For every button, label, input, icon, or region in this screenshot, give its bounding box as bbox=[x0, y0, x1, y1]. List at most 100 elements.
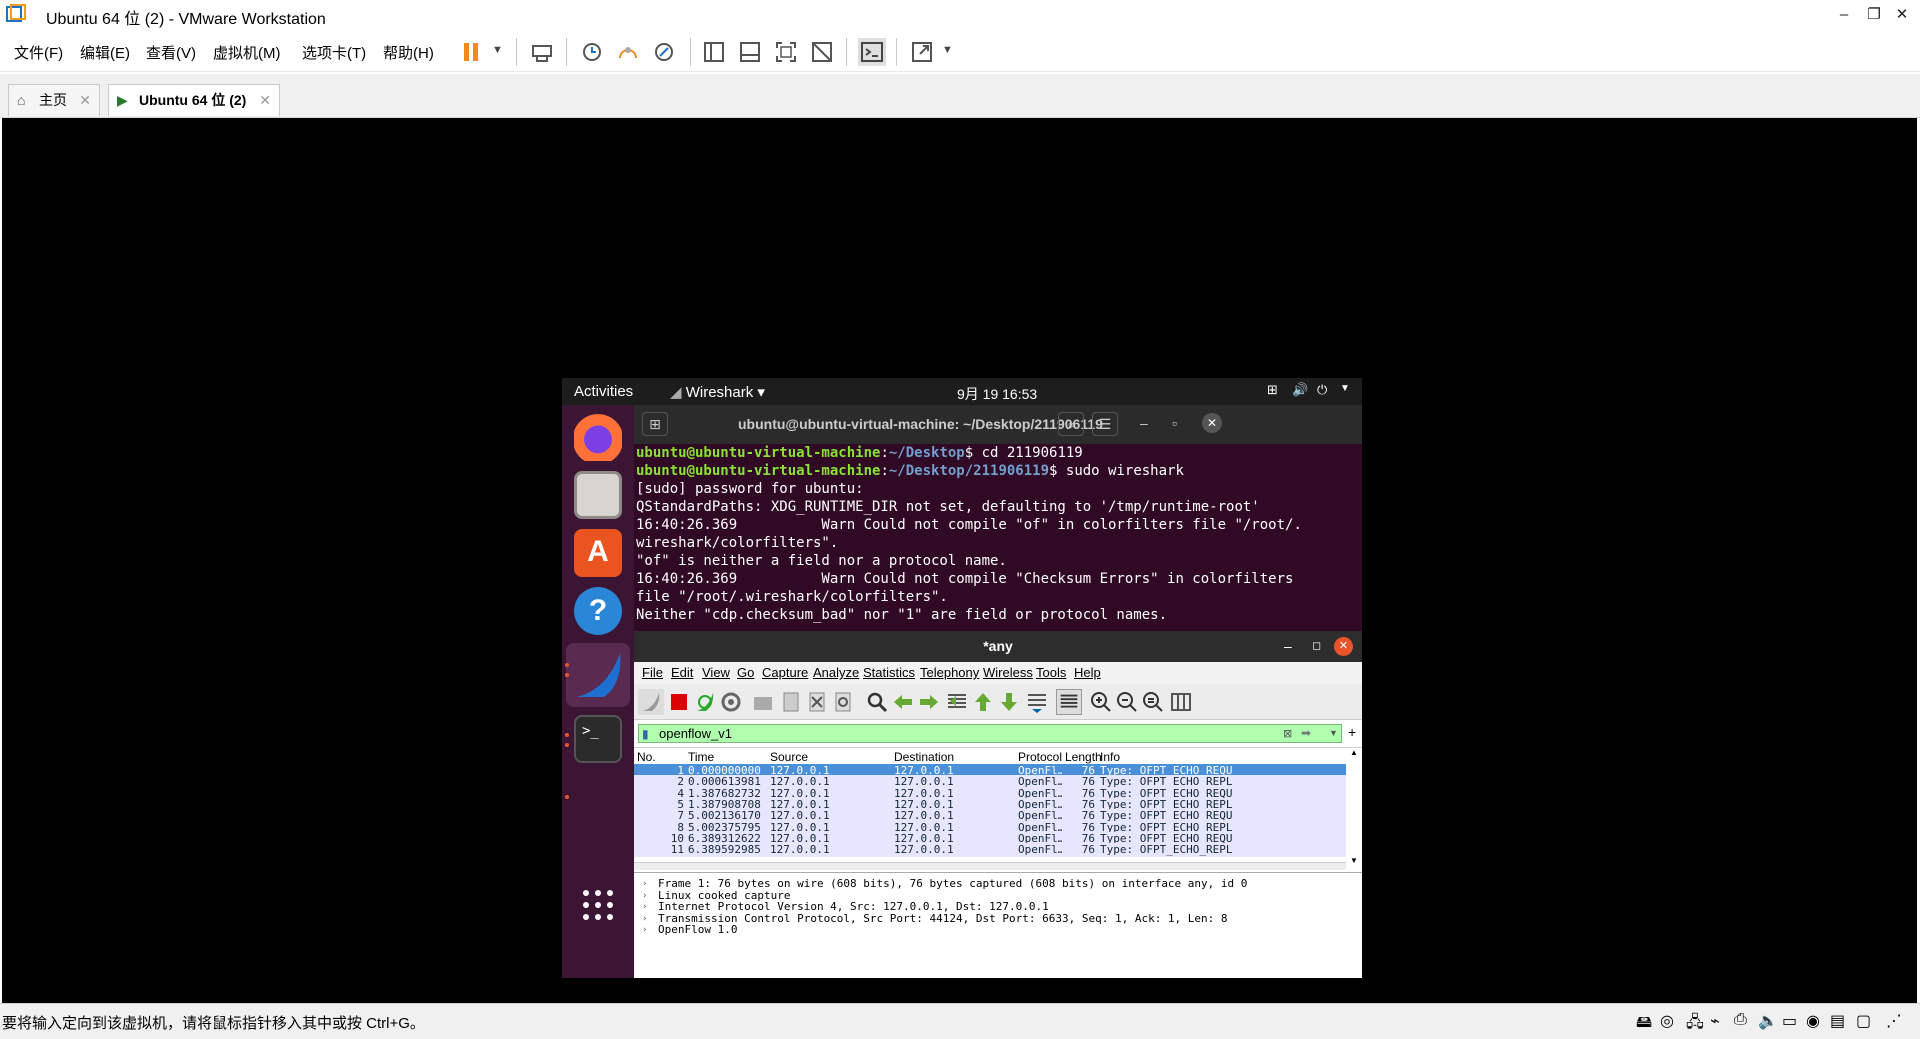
colorize-icon[interactable] bbox=[1056, 689, 1082, 715]
snapshot-icon[interactable] bbox=[578, 38, 606, 66]
minimize-icon[interactable]: – bbox=[1284, 631, 1292, 662]
cd-drive-icon[interactable]: ◎ bbox=[1660, 1011, 1680, 1031]
ws-menu-capture[interactable]: Capture bbox=[762, 665, 808, 680]
column-source[interactable]: Source bbox=[770, 750, 808, 764]
go-first-icon[interactable] bbox=[970, 689, 996, 715]
hamburger-menu-icon[interactable]: ☰ bbox=[1092, 412, 1118, 436]
message-log-icon[interactable]: ▤ bbox=[1830, 1011, 1850, 1031]
unity-mode-icon[interactable] bbox=[808, 38, 836, 66]
ws-menu-tools[interactable]: Tools bbox=[1036, 665, 1066, 680]
zoom-in-icon[interactable] bbox=[1088, 689, 1114, 715]
display-icon[interactable]: ▭ bbox=[1782, 1011, 1802, 1031]
vm-display[interactable]: Activities ◢ Wireshark ▾ 9月 19 16:53 ⊞ 🔊… bbox=[2, 118, 1917, 1003]
send-ctrl-alt-del-icon[interactable] bbox=[528, 38, 556, 66]
horizontal-scrollbar[interactable] bbox=[634, 862, 1346, 870]
pause-icon[interactable] bbox=[458, 38, 486, 66]
terminal-icon[interactable]: >_ bbox=[574, 715, 622, 763]
files-icon[interactable] bbox=[574, 471, 622, 519]
detail-row[interactable]: Transmission Control Protocol, Src Port:… bbox=[658, 912, 1228, 926]
column-no[interactable]: No. bbox=[637, 750, 656, 764]
ws-menu-edit[interactable]: Edit bbox=[671, 665, 693, 680]
network-icon[interactable]: ⊞ bbox=[1267, 382, 1278, 398]
wireshark-dock-item[interactable] bbox=[566, 643, 630, 707]
sound-icon[interactable]: 🔈 bbox=[1758, 1011, 1778, 1031]
maximize-icon[interactable]: ◻ bbox=[1312, 631, 1321, 662]
hard-disk-icon[interactable]: 🖴 bbox=[1636, 1011, 1656, 1031]
zoom-out-icon[interactable] bbox=[1114, 689, 1140, 715]
save-file-icon[interactable] bbox=[778, 689, 804, 715]
column-length[interactable]: Length bbox=[1065, 750, 1102, 764]
ws-menu-statistics[interactable]: Statistics bbox=[863, 665, 915, 680]
reload-icon[interactable] bbox=[830, 689, 856, 715]
power-icon[interactable]: ⏻ bbox=[1317, 382, 1327, 398]
column-protocol[interactable]: Protocol bbox=[1018, 750, 1062, 764]
ws-menu-analyze[interactable]: Analyze bbox=[813, 665, 859, 680]
column-time[interactable]: Time bbox=[688, 750, 714, 764]
close-icon[interactable]: ✕ bbox=[1334, 637, 1353, 656]
full-screen-icon[interactable] bbox=[772, 38, 800, 66]
find-packet-icon[interactable] bbox=[864, 689, 890, 715]
fit-guest-icon[interactable]: ▢ bbox=[1856, 1011, 1876, 1031]
auto-scroll-icon[interactable] bbox=[1024, 689, 1050, 715]
search-icon[interactable]: ⌕ bbox=[1058, 412, 1084, 436]
expand-arrow-icon[interactable]: › bbox=[642, 923, 647, 937]
normal-size-icon[interactable] bbox=[1140, 689, 1166, 715]
go-to-packet-icon[interactable] bbox=[944, 689, 970, 715]
pause-dropdown-icon[interactable]: ▼ bbox=[492, 44, 503, 56]
wireshark-window[interactable]: *any – ◻ ✕ File Edit View Go Capture Ana… bbox=[634, 631, 1362, 978]
filter-dropdown-icon[interactable]: ▼ bbox=[1329, 725, 1338, 742]
show-library-icon[interactable] bbox=[700, 38, 728, 66]
tab-ubuntu[interactable]: ▶ Ubuntu 64 位 (2) ✕ bbox=[108, 84, 280, 116]
apply-filter-icon[interactable]: ➡ bbox=[1301, 725, 1311, 742]
maximize-icon[interactable]: ▫ bbox=[1172, 415, 1177, 431]
go-back-icon[interactable] bbox=[890, 689, 916, 715]
printer-icon[interactable]: ⎙ bbox=[1734, 1011, 1754, 1031]
help-icon[interactable]: ? bbox=[574, 587, 622, 635]
stop-capture-icon[interactable] bbox=[666, 689, 692, 715]
display-filter-input[interactable]: ▮ openflow_v1 ⊠ ➡ ▼ bbox=[638, 724, 1342, 743]
ws-menu-file[interactable]: File bbox=[642, 665, 663, 680]
scroll-up-icon[interactable]: ▲ bbox=[1350, 748, 1358, 757]
software-icon[interactable]: A bbox=[574, 529, 622, 577]
packet-list[interactable]: No. Time Source Destination Protocol Len… bbox=[634, 747, 1362, 870]
scroll-down-icon[interactable]: ▼ bbox=[1350, 856, 1358, 865]
terminal-output[interactable]: ubuntu@ubuntu-virtual-machine:~/Desktop$… bbox=[634, 444, 1362, 635]
firefox-icon[interactable] bbox=[574, 413, 622, 461]
app-menu[interactable]: ◢ Wireshark ▾ bbox=[670, 383, 765, 401]
close-button[interactable]: ✕ bbox=[1884, 0, 1920, 30]
detail-row[interactable]: OpenFlow 1.0 bbox=[658, 923, 737, 937]
ws-menu-go[interactable]: Go bbox=[737, 665, 754, 680]
menu-tabs[interactable]: 选项卡(T) bbox=[302, 42, 366, 63]
close-file-icon[interactable] bbox=[804, 689, 830, 715]
column-destination[interactable]: Destination bbox=[894, 750, 954, 764]
menu-vm[interactable]: 虚拟机(M) bbox=[213, 42, 281, 63]
volume-icon[interactable]: 🔊 bbox=[1292, 382, 1308, 398]
menu-edit[interactable]: 编辑(E) bbox=[80, 42, 130, 63]
usb-icon[interactable]: ⌁ bbox=[1710, 1011, 1730, 1031]
start-capture-icon[interactable] bbox=[638, 689, 664, 715]
ws-menu-telephony[interactable]: Telephony bbox=[920, 665, 979, 680]
close-icon[interactable]: ✕ bbox=[1202, 413, 1222, 433]
menu-help[interactable]: 帮助(H) bbox=[383, 42, 434, 63]
terminal-window[interactable]: ⊞ ubuntu@ubuntu-virtual-machine: ~/Deskt… bbox=[634, 405, 1362, 635]
minimize-icon[interactable]: – bbox=[1140, 415, 1148, 431]
ws-menu-help[interactable]: Help bbox=[1074, 665, 1101, 680]
menu-view[interactable]: 查看(V) bbox=[146, 42, 196, 63]
tab-home-close-icon[interactable]: ✕ bbox=[79, 85, 91, 115]
ubuntu-desktop[interactable]: Activities ◢ Wireshark ▾ 9月 19 16:53 ⊞ 🔊… bbox=[562, 378, 1362, 978]
go-forward-icon[interactable] bbox=[916, 689, 942, 715]
network-adapter-icon[interactable]: 🖧 bbox=[1686, 1011, 1706, 1031]
resize-columns-icon[interactable] bbox=[1168, 689, 1194, 715]
clear-filter-icon[interactable]: ⊠ bbox=[1283, 726, 1292, 743]
add-filter-button-icon[interactable]: + bbox=[1348, 724, 1356, 740]
snapshot-manager-icon[interactable] bbox=[650, 38, 678, 66]
console-view-icon[interactable] bbox=[858, 38, 886, 66]
menu-file[interactable]: 文件(F) bbox=[14, 42, 63, 63]
open-file-icon[interactable] bbox=[750, 689, 776, 715]
ws-menu-view[interactable]: View bbox=[702, 665, 730, 680]
packet-row[interactable]: 11 6.389592985 127.0.0.1 127.0.0.1 OpenFl… 76… bbox=[634, 843, 1346, 858]
system-menu-arrow-icon[interactable]: ▼ bbox=[1340, 383, 1350, 394]
column-info[interactable]: Info bbox=[1100, 750, 1120, 764]
bookmark-icon[interactable]: ▮ bbox=[642, 726, 649, 743]
stretch-guest-icon[interactable] bbox=[908, 38, 936, 66]
